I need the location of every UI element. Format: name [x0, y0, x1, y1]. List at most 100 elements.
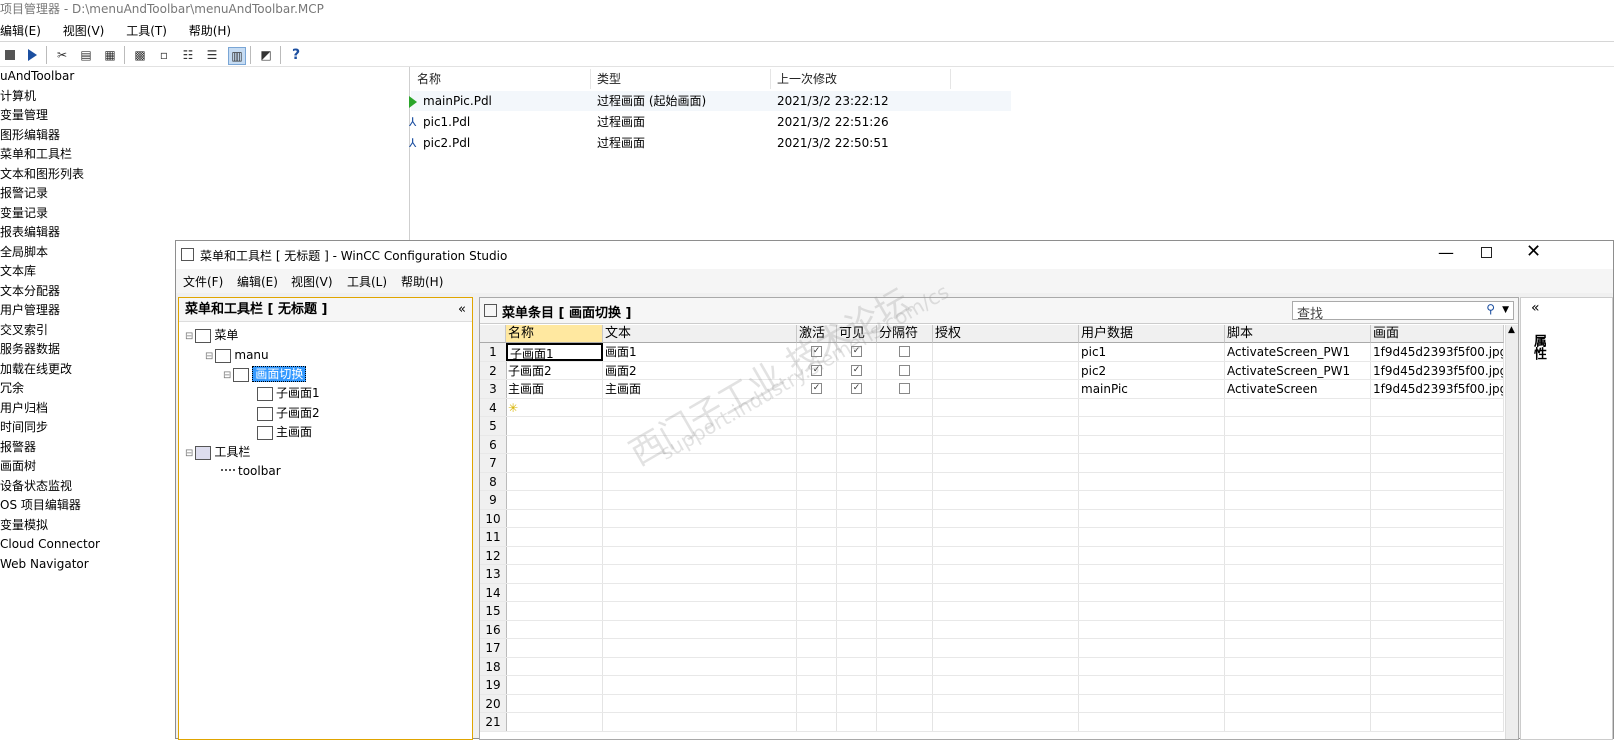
cell-screen[interactable]: [1371, 417, 1504, 435]
table-row[interactable]: 16: [480, 620, 1504, 639]
cell-name[interactable]: [506, 472, 603, 490]
col-header-authorization[interactable]: 授权: [933, 325, 1079, 343]
collapse-tree-icon[interactable]: «: [458, 298, 466, 322]
cell-separator[interactable]: [877, 583, 933, 601]
table-row[interactable]: 21: [480, 713, 1504, 732]
table-row[interactable]: 15: [480, 602, 1504, 621]
cell-name[interactable]: [506, 454, 603, 472]
nav-item[interactable]: 交叉索引: [0, 320, 48, 340]
cell-separator[interactable]: [877, 472, 933, 490]
table-row[interactable]: 7: [480, 454, 1504, 473]
cell-active[interactable]: [797, 583, 837, 601]
cell-auth[interactable]: [933, 454, 1079, 472]
cell-screen[interactable]: [1371, 657, 1504, 675]
cell-separator[interactable]: [877, 713, 933, 731]
outer-menu-tools[interactable]: 工具(T): [126, 20, 167, 42]
cell-separator[interactable]: [877, 676, 933, 694]
cell-active[interactable]: [797, 435, 837, 453]
chevron-down-icon[interactable]: ▼: [1502, 305, 1509, 315]
cell-text[interactable]: [603, 565, 797, 583]
cell-auth[interactable]: [933, 509, 1079, 527]
cell-auth[interactable]: [933, 713, 1079, 731]
cell-name[interactable]: [506, 417, 603, 435]
nav-item[interactable]: 变量管理: [0, 105, 48, 125]
cell-screen[interactable]: 1f9d45d2393f5f00.jpg: [1371, 343, 1504, 361]
cell-separator[interactable]: [877, 528, 933, 546]
cell-userdata[interactable]: mainPic: [1079, 380, 1225, 398]
cell-separator[interactable]: [877, 380, 933, 398]
cell-text[interactable]: [603, 509, 797, 527]
cell-visible[interactable]: [837, 454, 877, 472]
inner-menu-file[interactable]: 文件(F): [183, 273, 223, 290]
cell-active[interactable]: ✓: [797, 361, 837, 379]
table-row[interactable]: 8: [480, 472, 1504, 491]
scroll-up-icon[interactable]: ▲: [1508, 325, 1515, 335]
cell-screen[interactable]: [1371, 602, 1504, 620]
cell-text[interactable]: [603, 472, 797, 490]
cell-screen[interactable]: [1371, 583, 1504, 601]
cell-separator[interactable]: [877, 620, 933, 638]
cell-name[interactable]: 子画面2: [506, 361, 603, 379]
col-header-name[interactable]: 名称: [506, 325, 603, 343]
cell-userdata[interactable]: [1079, 509, 1225, 527]
cell-script[interactable]: [1225, 509, 1371, 527]
nav-item[interactable]: 文本和图形列表: [0, 164, 84, 184]
active-checkbox[interactable]: ✓: [811, 346, 822, 357]
table-row[interactable]: 19: [480, 676, 1504, 695]
cell-name[interactable]: 子画面1: [506, 343, 603, 361]
cell-userdata[interactable]: [1079, 398, 1225, 416]
search-input[interactable]: 查找 ⚲ ▼: [1292, 301, 1514, 322]
cell-visible[interactable]: [837, 435, 877, 453]
table-row[interactable]: 18: [480, 657, 1504, 676]
cell-separator[interactable]: [877, 398, 933, 416]
cell-userdata[interactable]: pic1: [1079, 343, 1225, 361]
nav-item[interactable]: 变量记录: [0, 203, 48, 223]
properties-icon[interactable]: ◩: [258, 47, 274, 63]
inner-menu-edit[interactable]: 编辑(E): [237, 273, 278, 290]
cell-screen[interactable]: [1371, 435, 1504, 453]
cell-name[interactable]: [506, 565, 603, 583]
cell-auth[interactable]: [933, 398, 1079, 416]
cell-active[interactable]: [797, 602, 837, 620]
cell-script[interactable]: ActivateScreen: [1225, 380, 1371, 398]
cell-screen[interactable]: [1371, 546, 1504, 564]
tree-node-child[interactable]: 子画面1: [257, 384, 320, 403]
cell-visible[interactable]: [837, 602, 877, 620]
cell-name[interactable]: [506, 602, 603, 620]
inner-menu-view[interactable]: 视图(V): [291, 273, 333, 290]
cell-auth[interactable]: [933, 528, 1079, 546]
cell-text[interactable]: [603, 491, 797, 509]
table-row[interactable]: 6: [480, 435, 1504, 454]
cell-script[interactable]: ActivateScreen_PW1: [1225, 361, 1371, 379]
cell-active[interactable]: [797, 398, 837, 416]
cell-script[interactable]: [1225, 583, 1371, 601]
cell-active[interactable]: [797, 528, 837, 546]
cell-visible[interactable]: ✓: [837, 380, 877, 398]
cell-separator[interactable]: [877, 361, 933, 379]
details-view-icon[interactable]: ☰: [204, 47, 220, 63]
cell-text[interactable]: [603, 713, 797, 731]
properties-tab[interactable]: 属性: [1529, 334, 1548, 360]
cell-active[interactable]: [797, 713, 837, 731]
cell-userdata[interactable]: [1079, 639, 1225, 657]
cell-auth[interactable]: [933, 565, 1079, 583]
vertical-scrollbar[interactable]: ▲: [1505, 325, 1518, 739]
cell-text[interactable]: 画面2: [603, 361, 797, 379]
cell-script[interactable]: [1225, 491, 1371, 509]
table-row[interactable]: 20: [480, 694, 1504, 713]
cell-active[interactable]: [797, 694, 837, 712]
cell-screen[interactable]: [1371, 620, 1504, 638]
cell-screen[interactable]: [1371, 528, 1504, 546]
cell-separator[interactable]: [877, 343, 933, 361]
col-header-script[interactable]: 脚本: [1225, 325, 1371, 343]
list-header-name[interactable]: 名称: [411, 69, 591, 89]
list-header-type[interactable]: 类型: [591, 69, 771, 89]
cell-script[interactable]: [1225, 435, 1371, 453]
cell-text[interactable]: [603, 435, 797, 453]
cell-visible[interactable]: [837, 509, 877, 527]
cell-userdata[interactable]: [1079, 417, 1225, 435]
cell-script[interactable]: [1225, 620, 1371, 638]
cell-auth[interactable]: [933, 694, 1079, 712]
cell-active[interactable]: [797, 472, 837, 490]
cell-userdata[interactable]: [1079, 620, 1225, 638]
